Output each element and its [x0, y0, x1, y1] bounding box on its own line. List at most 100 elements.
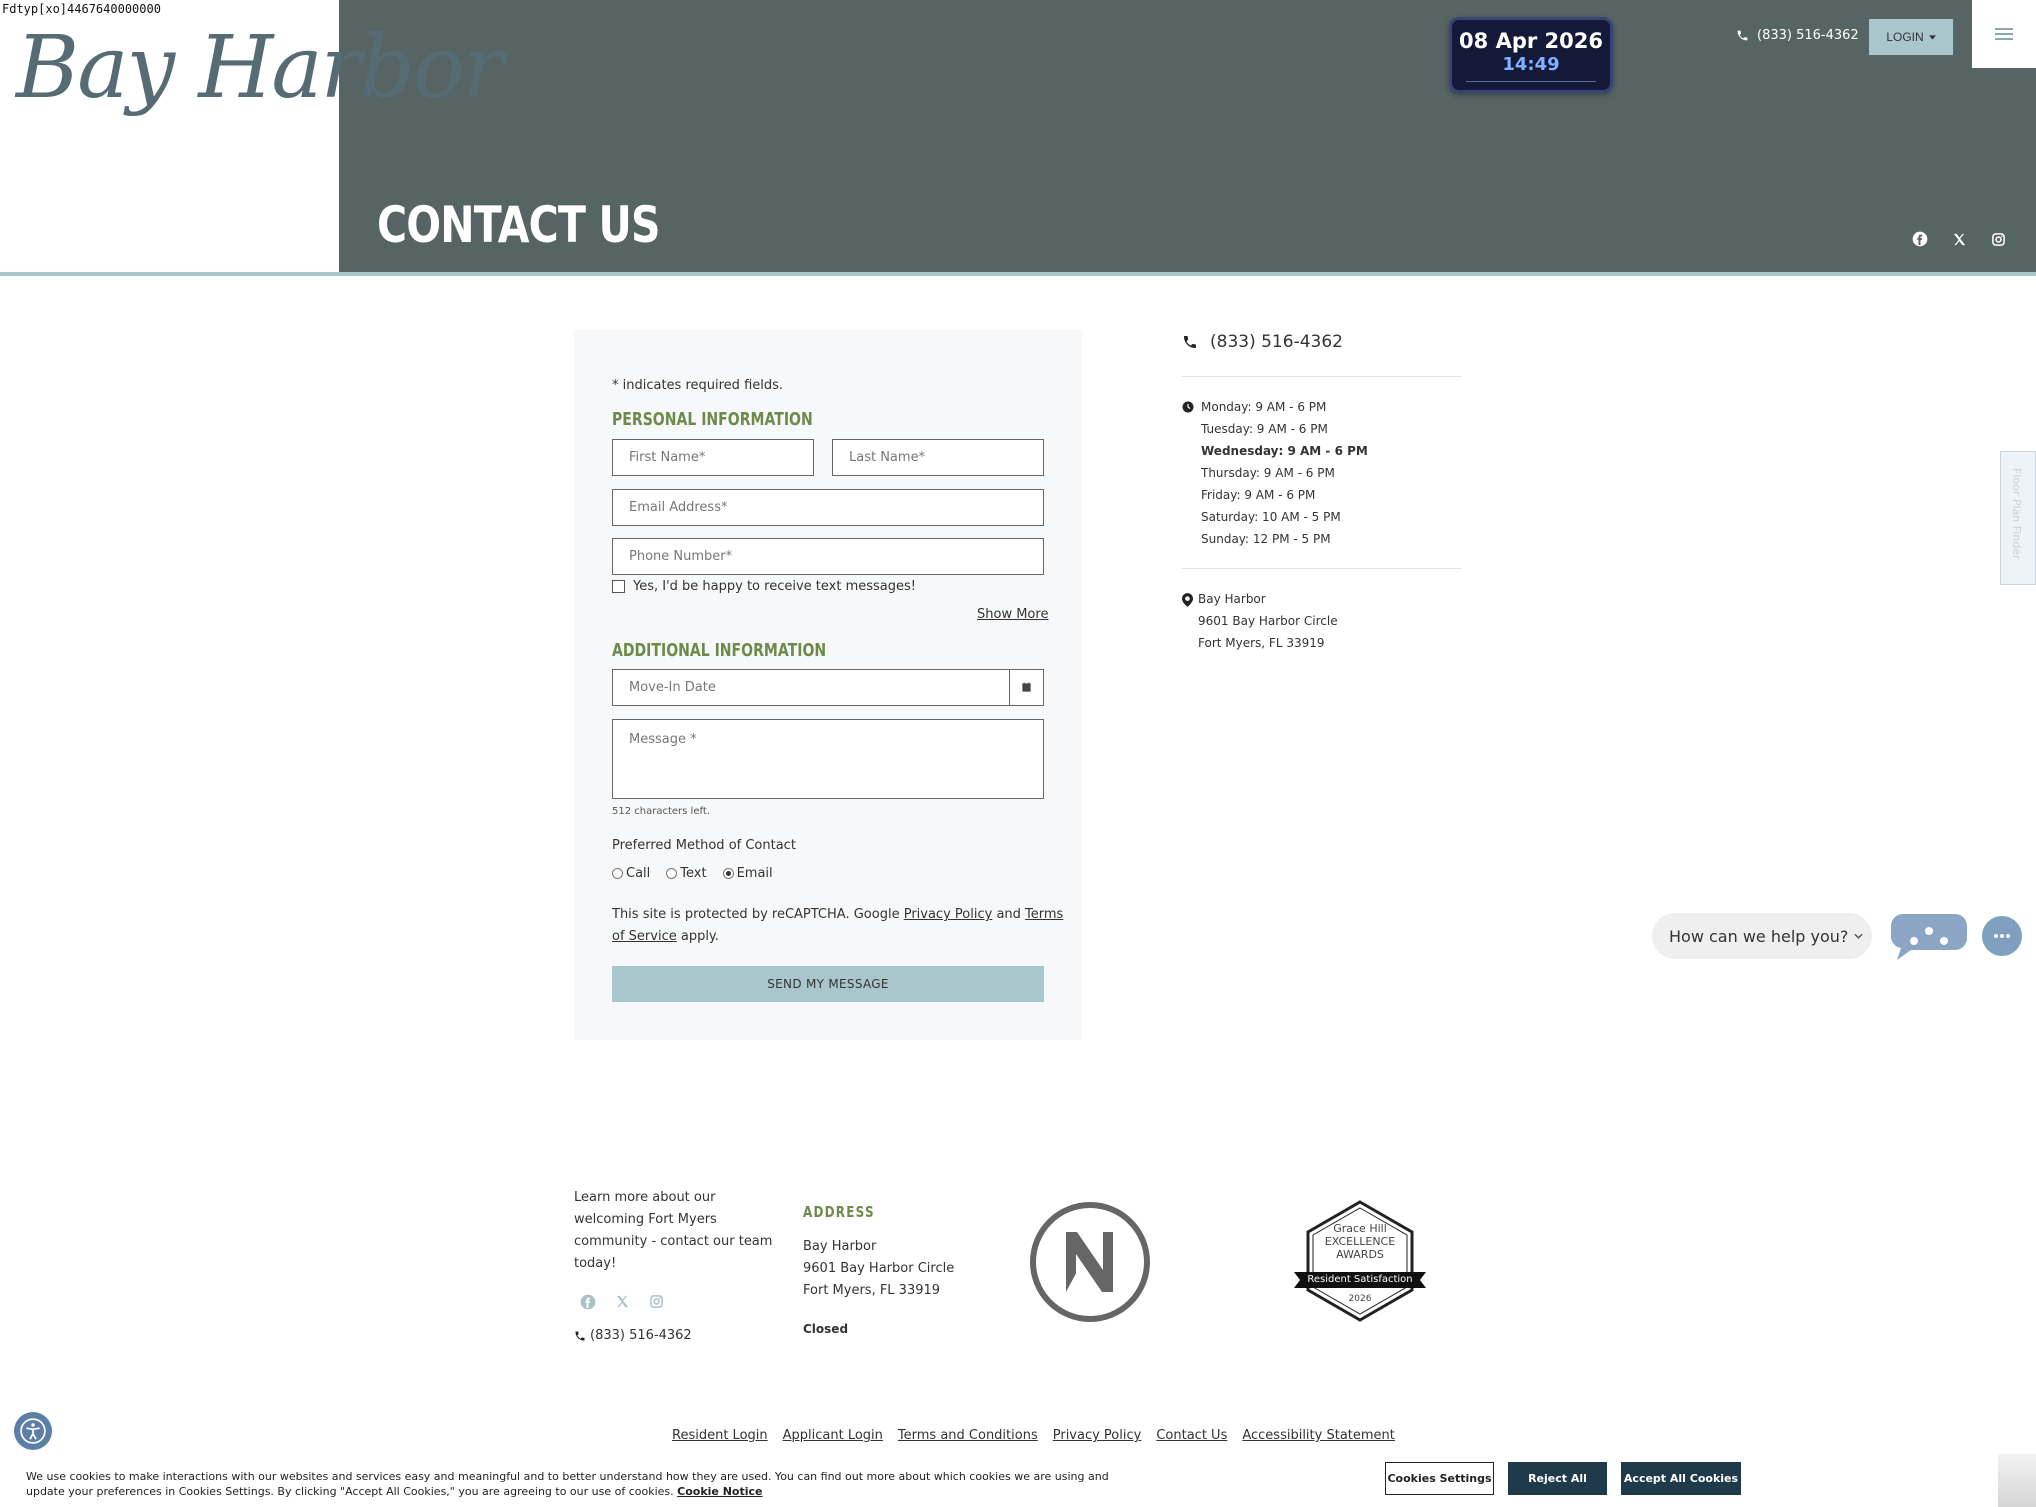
contact-option-text[interactable]: Text: [666, 866, 707, 881]
terms-link-part2[interactable]: of Service: [612, 929, 677, 944]
move-in-date-placeholder: Move-In Date: [629, 680, 716, 695]
recaptcha-badge[interactable]: [1998, 1454, 2036, 1507]
footer-link-contact[interactable]: Contact Us: [1156, 1428, 1227, 1443]
first-name-input[interactable]: First Name*: [612, 439, 814, 476]
hours-tuesday: Tuesday: 9 AM - 6 PM: [1201, 422, 1328, 436]
clock-icon: [1182, 401, 1194, 413]
footer-address-line-1: Bay Harbor: [803, 1239, 877, 1254]
page-title: CONTACT US: [377, 196, 661, 254]
contact-address[interactable]: Bay Harbor 9601 Bay Harbor Circle Fort M…: [1198, 592, 1338, 658]
terms-link-part1[interactable]: Terms: [1025, 907, 1063, 922]
privacy-policy-link[interactable]: Privacy Policy: [904, 907, 993, 922]
debug-overlay-text: Fdtyp[xo]4467640000000: [2, 2, 161, 16]
header-x-link[interactable]: [1948, 228, 1970, 250]
first-name-placeholder: First Name*: [629, 450, 706, 465]
contact-phone-text: (833) 516-4362: [1210, 332, 1343, 352]
move-in-date-input[interactable]: Move-In Date: [612, 669, 1044, 706]
menu-toggle-button[interactable]: [1972, 0, 2036, 68]
award-line-2: EXCELLENCE: [1324, 1235, 1396, 1248]
personal-info-heading: PERSONAL INFORMATION: [612, 409, 813, 430]
reject-all-button[interactable]: Reject All: [1508, 1462, 1607, 1495]
footer-link-accessibility[interactable]: Accessibility Statement: [1242, 1428, 1395, 1443]
show-more-link[interactable]: Show More: [977, 607, 1048, 622]
cookie-notice-link[interactable]: Cookie Notice: [677, 1485, 762, 1498]
facebook-icon[interactable]: [580, 1294, 596, 1310]
text-opt-in-checkbox[interactable]: [612, 580, 625, 593]
message-textarea[interactable]: Message *: [612, 719, 1044, 799]
chat-more-button[interactable]: [1982, 916, 2022, 956]
cookies-settings-button[interactable]: Cookies Settings: [1385, 1462, 1494, 1495]
floor-plan-finder-label: Floor Plan Finder: [2010, 468, 2023, 560]
call-label: Call: [626, 866, 651, 881]
accept-all-cookies-button[interactable]: Accept All Cookies: [1621, 1462, 1741, 1495]
recaptcha-notice-line1: This site is protected by reCAPTCHA. Goo…: [612, 907, 1063, 922]
floor-plan-finder-tab[interactable]: Floor Plan Finder: [2000, 451, 2036, 585]
footer-phone-link[interactable]: (833) 516-4362: [574, 1328, 692, 1343]
contact-option-call[interactable]: Call: [612, 866, 650, 881]
hours-friday: Friday: 9 AM - 6 PM: [1201, 488, 1316, 502]
header-instagram-link[interactable]: [1987, 228, 2009, 250]
date-picker-button[interactable]: [1009, 670, 1043, 705]
characters-left-counter: 512 characters left.: [612, 806, 710, 817]
footer-address-line-2: 9601 Bay Harbor Circle: [803, 1261, 955, 1276]
footer-blurb-line-2: welcoming Fort Myers: [574, 1212, 717, 1227]
text-radio[interactable]: [666, 868, 678, 879]
contact-divider-1: [1182, 376, 1462, 377]
footer-link-terms[interactable]: Terms and Conditions: [898, 1428, 1038, 1443]
email-input[interactable]: Email Address*: [612, 489, 1044, 526]
cookie-banner-text: We use cookies to make interactions with…: [26, 1469, 1136, 1499]
recaptcha-suffix: apply.: [676, 929, 719, 944]
footer-social-links: [580, 1294, 664, 1310]
login-label: LOGIN: [1886, 30, 1924, 44]
preferred-contact-options: Call Text Email: [612, 866, 773, 881]
footer-link-applicant-login[interactable]: Applicant Login: [783, 1428, 883, 1443]
phone-icon: [1184, 336, 1196, 348]
award-line-1: Grace Hill: [1333, 1222, 1387, 1235]
footer-blurb: Learn more about our welcoming Fort Myer…: [574, 1190, 772, 1278]
call-radio[interactable]: [612, 868, 623, 879]
contact-phone-link[interactable]: (833) 516-4362: [1182, 332, 1343, 352]
address-line-1: Bay Harbor: [1198, 592, 1266, 606]
caret-down-icon: [1928, 34, 1936, 40]
phone-icon: [575, 1331, 585, 1340]
instagram-icon[interactable]: [649, 1294, 664, 1309]
chevron-down-icon: [1854, 933, 1864, 939]
instagram-icon: [1991, 232, 2005, 246]
chat-icon[interactable]: [1889, 912, 1969, 962]
header-facebook-link[interactable]: [1909, 228, 1931, 250]
hours-monday: Monday: 9 AM - 6 PM: [1201, 400, 1327, 414]
text-label: Text: [680, 866, 707, 881]
text-opt-in-label: Yes, I'd be happy to receive text messag…: [633, 579, 916, 594]
login-button[interactable]: LOGIN: [1869, 19, 1953, 55]
x-twitter-icon[interactable]: [615, 1294, 630, 1309]
site-logo[interactable]: Bay Harbor: [16, 18, 504, 118]
clock-underline: [1466, 81, 1596, 82]
footer-blurb-line-1: Learn more about our: [574, 1190, 716, 1205]
accessibility-icon: [20, 1418, 46, 1444]
recaptcha-notice-line2: of Service apply.: [612, 929, 719, 944]
accessibility-button[interactable]: [14, 1412, 52, 1450]
office-status: Closed: [803, 1322, 849, 1336]
clock-time: 14:49: [1502, 54, 1560, 75]
footer-link-resident-login[interactable]: Resident Login: [672, 1428, 768, 1443]
last-name-input[interactable]: Last Name*: [832, 439, 1044, 476]
hours-thursday: Thursday: 9 AM - 6 PM: [1201, 466, 1335, 480]
footer-links: Resident Login Applicant Login Terms and…: [672, 1428, 1395, 1443]
header-phone-text: (833) 516-4362: [1757, 28, 1859, 43]
footer-address-heading: ADDRESS: [803, 1203, 875, 1221]
chat-prompt-bubble[interactable]: How can we help you?: [1652, 913, 1872, 959]
address-line-3: Fort Myers, FL 33919: [1198, 636, 1325, 650]
hours-sunday: Sunday: 12 PM - 5 PM: [1201, 532, 1331, 546]
cookies-settings-label: Cookies Settings: [1387, 1472, 1492, 1485]
reject-all-label: Reject All: [1528, 1472, 1587, 1485]
email-radio[interactable]: [722, 868, 734, 879]
contact-divider-2: [1182, 568, 1462, 569]
contact-option-email[interactable]: Email: [722, 866, 773, 881]
send-message-button[interactable]: SEND MY MESSAGE: [612, 966, 1044, 1002]
email-placeholder: Email Address*: [629, 500, 728, 515]
header-phone-link[interactable]: (833) 516-4362: [1736, 28, 1859, 43]
footer-link-privacy[interactable]: Privacy Policy: [1053, 1428, 1142, 1443]
clock-widget: 08 Apr 2026 14:49: [1449, 17, 1613, 93]
phone-input[interactable]: Phone Number*: [612, 538, 1044, 575]
award-ribbon: Resident Satisfaction: [1307, 1274, 1413, 1285]
